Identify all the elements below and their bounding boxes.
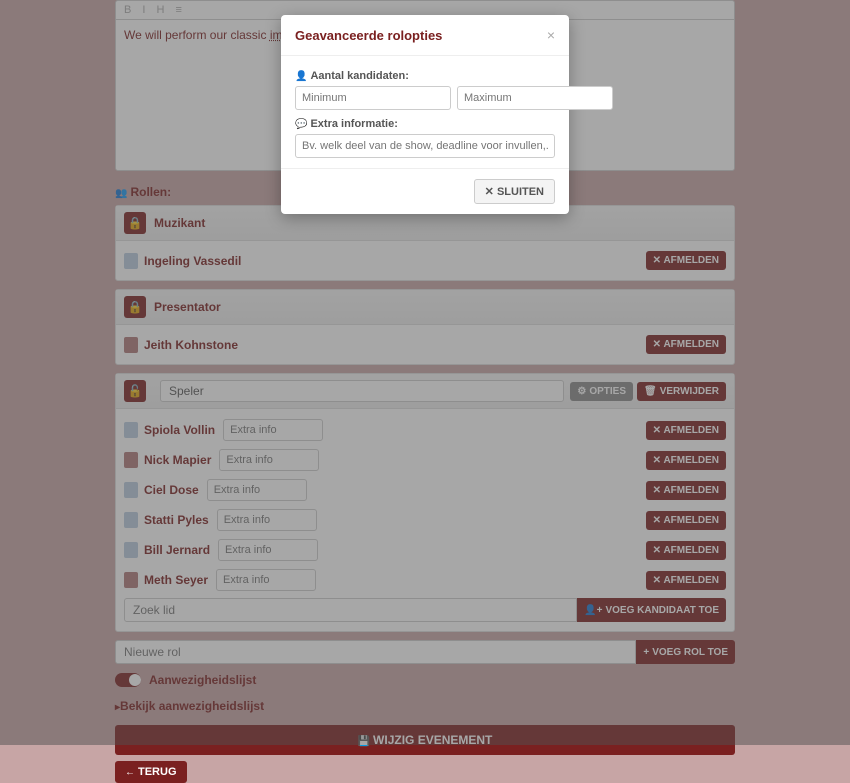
arrow-left-icon: ← (125, 767, 135, 778)
extra-informatie-input[interactable] (295, 134, 555, 158)
close-icon: ✕ (485, 186, 497, 198)
modal-footer: ✕ SLUITEN (281, 168, 569, 214)
user-icon: 👤 (295, 71, 307, 82)
sluiten-button[interactable]: ✕ SLUITEN (474, 179, 555, 204)
modal-body: 👤Aantal kandidaten: 💬Extra informatie: (281, 56, 569, 168)
minimum-input[interactable] (295, 86, 451, 110)
rolopties-modal: Geavanceerde rolopties × 👤Aantal kandida… (281, 15, 569, 214)
close-icon[interactable]: × (547, 27, 555, 43)
maximum-input[interactable] (457, 86, 613, 110)
modal-title: Geavanceerde rolopties (295, 28, 442, 43)
modal-header: Geavanceerde rolopties × (281, 15, 569, 56)
aantal-kandidaten-label: 👤Aantal kandidaten: (295, 70, 555, 82)
comment-icon: 💬 (295, 119, 307, 130)
terug-button[interactable]: ←TERUG (115, 761, 187, 783)
extra-informatie-label: 💬Extra informatie: (295, 118, 555, 130)
